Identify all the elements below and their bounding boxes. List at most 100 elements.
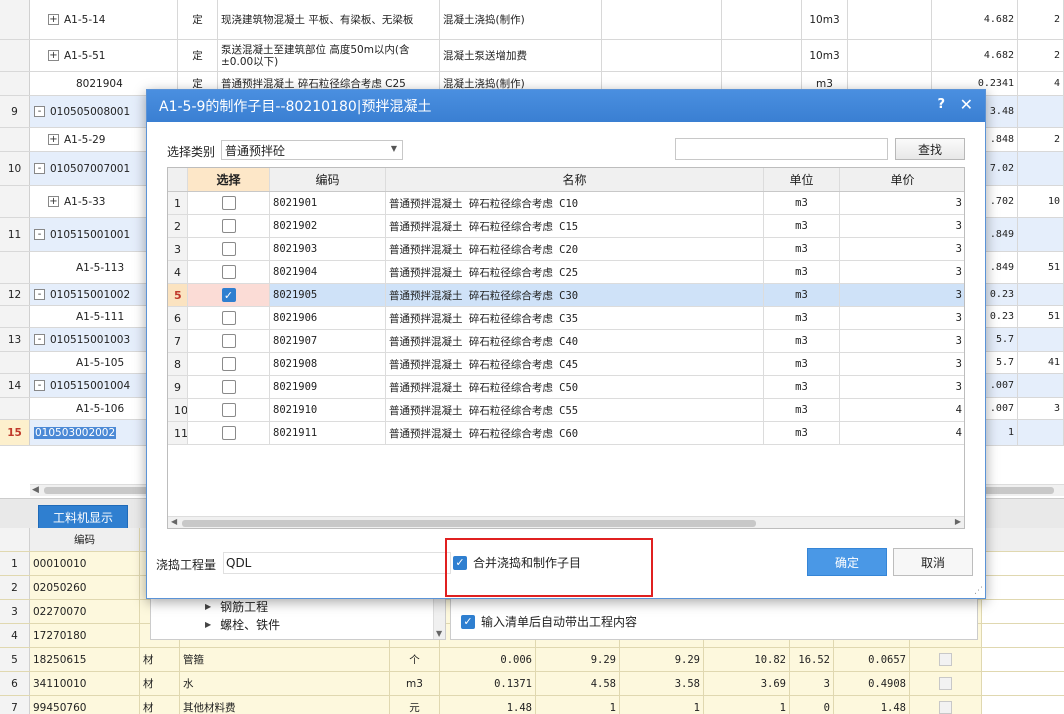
row-number[interactable]: 13 xyxy=(0,328,30,351)
cell-v6[interactable]: 1.48 xyxy=(834,696,910,714)
cell-name[interactable]: 普通预拌混凝土 碎石粒径综合考虑 C60 xyxy=(386,422,764,444)
tree-vscrollbar[interactable]: ▼ xyxy=(433,598,445,639)
cell-code[interactable]: + A1-5-14 xyxy=(30,0,178,39)
table-row[interactable]: 1 8021901 普通预拌混凝土 碎石粒径综合考虑 C10 m3 3 xyxy=(168,192,964,215)
auto-content-option[interactable]: ✓ 输入清单后自动带出工程内容 xyxy=(461,613,637,630)
cell-type[interactable]: 材 xyxy=(140,672,180,695)
cell-unit[interactable]: m3 xyxy=(764,261,840,283)
tree-item-rebar[interactable]: ▶ 钢筋工程 xyxy=(205,598,268,615)
cell-code[interactable]: 8021901 xyxy=(270,192,386,214)
cell-blank1[interactable] xyxy=(602,40,722,71)
cell-type[interactable]: 材 xyxy=(140,648,180,671)
row-number[interactable]: 10 xyxy=(0,152,30,185)
cell-extra[interactable] xyxy=(1018,96,1064,127)
cell-v2[interactable]: 4.58 xyxy=(536,672,620,695)
row-number[interactable] xyxy=(0,252,30,283)
cell-select[interactable] xyxy=(188,261,270,283)
cell-price[interactable]: 3 xyxy=(840,261,964,283)
cell-type[interactable]: 定 xyxy=(178,40,218,71)
row-number[interactable] xyxy=(0,0,30,39)
cell-v4[interactable]: 10.82 xyxy=(704,648,790,671)
cell-unit[interactable]: m3 xyxy=(764,330,840,352)
row-number[interactable]: 5 xyxy=(168,284,188,306)
cell-select[interactable] xyxy=(188,376,270,398)
cell-extra[interactable] xyxy=(1018,152,1064,185)
cell-extra[interactable]: 41 xyxy=(1018,352,1064,373)
cell-feature[interactable]: 混凝土泵送增加费 xyxy=(440,40,602,71)
cell-flag[interactable] xyxy=(910,696,982,714)
row-checkbox[interactable] xyxy=(221,403,236,417)
row-number[interactable]: 15 xyxy=(0,420,30,445)
cell-extra[interactable]: 51 xyxy=(1018,306,1064,327)
row-number[interactable]: 2 xyxy=(0,576,30,599)
auto-content-checkbox[interactable]: ✓ xyxy=(461,614,475,629)
cell-unit[interactable]: m3 xyxy=(764,307,840,329)
category-select[interactable]: 普通预拌砼 ▼ xyxy=(221,140,403,160)
cell-v2[interactable]: 1 xyxy=(536,696,620,714)
cell-name[interactable]: 普通预拌混凝土 碎石粒径综合考虑 C15 xyxy=(386,215,764,237)
cell-blank2[interactable] xyxy=(722,40,802,71)
help-icon[interactable]: ? xyxy=(937,97,945,112)
expand-icon[interactable]: + xyxy=(48,50,59,61)
qty-input[interactable]: QDL xyxy=(223,552,451,574)
cell-v2[interactable]: 9.29 xyxy=(536,648,620,671)
row-checkbox[interactable] xyxy=(221,265,236,279)
cell-select[interactable] xyxy=(188,307,270,329)
table-row[interactable]: 7 8021907 普通预拌混凝土 碎石粒径综合考虑 C40 m3 3 xyxy=(168,330,964,353)
cell-code[interactable]: 8021903 xyxy=(270,238,386,260)
header-name[interactable]: 名称 xyxy=(386,168,764,191)
cell-name[interactable]: 管箍 xyxy=(180,648,390,671)
row-number[interactable]: 11 xyxy=(0,218,30,251)
merge-checkbox[interactable]: ✓ xyxy=(453,555,467,570)
cell-unit[interactable]: m3 xyxy=(764,376,840,398)
header-code[interactable]: 编码 xyxy=(30,528,140,551)
cell-type[interactable]: 定 xyxy=(178,0,218,39)
cell-code[interactable]: 8021909 xyxy=(270,376,386,398)
cell-price[interactable]: 3 xyxy=(840,330,964,352)
header-unit[interactable]: 单位 xyxy=(764,168,840,191)
cell-price[interactable]: 3 xyxy=(840,192,964,214)
tab-material-display[interactable]: 工料机显示 xyxy=(38,505,129,529)
cell-code[interactable]: 8021910 xyxy=(270,399,386,421)
table-row[interactable]: 6 8021906 普通预拌混凝土 碎石粒径综合考虑 C35 m3 3 xyxy=(168,307,964,330)
cell-name[interactable]: 其他材料费 xyxy=(180,696,390,714)
dropdown-arrow-icon[interactable]: ▼ xyxy=(391,144,397,153)
resize-grip-icon[interactable]: ⋰ xyxy=(974,586,983,596)
cell-name[interactable]: 普通预拌混凝土 碎石粒径综合考虑 C50 xyxy=(386,376,764,398)
cell-select[interactable]: ✓ xyxy=(188,284,270,306)
cell-name[interactable]: 现浇建筑物混凝土 平板、有梁板、无梁板 xyxy=(218,0,440,39)
table-row[interactable]: + A1-5-14 定 现浇建筑物混凝土 平板、有梁板、无梁板 混凝土浇捣(制作) 10m… xyxy=(0,0,1064,40)
cell-code[interactable]: 8021906 xyxy=(270,307,386,329)
row-number[interactable]: 14 xyxy=(0,374,30,397)
cell-code[interactable]: 17270180 xyxy=(30,624,140,647)
cell-blank2[interactable] xyxy=(722,0,802,39)
cell-code[interactable]: 8021905 xyxy=(270,284,386,306)
cell-code[interactable]: 00010010 xyxy=(30,552,140,575)
cell-name[interactable]: 普通预拌混凝土 碎石粒径综合考虑 C35 xyxy=(386,307,764,329)
cell-extra[interactable] xyxy=(1018,374,1064,397)
collapse-icon[interactable]: - xyxy=(34,106,45,117)
row-number[interactable]: 10 xyxy=(168,399,188,421)
cell-code[interactable]: 8021908 xyxy=(270,353,386,375)
cell-code[interactable]: 8021904 xyxy=(270,261,386,283)
cell-v4[interactable]: 3.69 xyxy=(704,672,790,695)
ok-button[interactable]: 确定 xyxy=(807,548,887,576)
scroll-left-arrow-icon[interactable]: ◀ xyxy=(32,485,39,495)
cell-v1[interactable]: 1.48 xyxy=(440,696,536,714)
row-number[interactable] xyxy=(0,398,30,419)
cell-select[interactable] xyxy=(188,353,270,375)
row-number[interactable]: 3 xyxy=(0,600,30,623)
row-number[interactable]: 2 xyxy=(168,215,188,237)
cell-name[interactable]: 普通预拌混凝土 碎石粒径综合考虑 C45 xyxy=(386,353,764,375)
row-checkbox[interactable] xyxy=(221,380,236,394)
row-checkbox[interactable] xyxy=(221,311,236,325)
cell-name[interactable]: 普通预拌混凝土 碎石粒径综合考虑 C40 xyxy=(386,330,764,352)
table-hscrollbar[interactable]: ◀ ▶ xyxy=(168,516,964,528)
cell-select[interactable] xyxy=(188,192,270,214)
header-price[interactable]: 单价 xyxy=(840,168,964,191)
cell-price[interactable]: 3 xyxy=(840,353,964,375)
cell-v5[interactable]: 3 xyxy=(790,672,834,695)
row-checkbox[interactable] xyxy=(939,677,952,690)
row-checkbox[interactable] xyxy=(221,196,236,210)
cell-v3[interactable]: 9.29 xyxy=(620,648,704,671)
